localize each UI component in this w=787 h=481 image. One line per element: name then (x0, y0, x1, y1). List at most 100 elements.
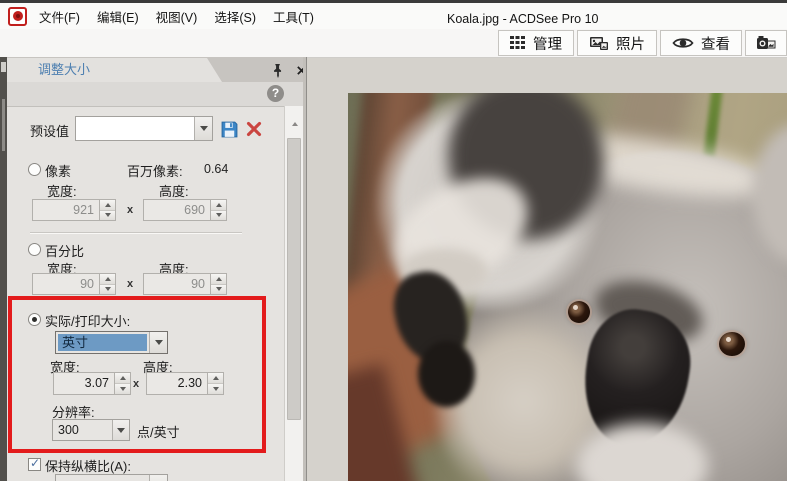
keep-aspect-checkbox[interactable] (28, 456, 41, 471)
spin-up-button[interactable] (211, 274, 226, 285)
spin-down-icon (215, 287, 222, 292)
develop-icon (757, 35, 776, 49)
percent-height-spinner[interactable]: 90 (143, 273, 227, 295)
help-icon[interactable]: ? (267, 85, 284, 102)
unit-dropdown-button[interactable] (149, 332, 167, 353)
photos-icon (590, 37, 608, 50)
spin-up-button[interactable] (100, 274, 115, 285)
spin-up-icon (212, 376, 219, 380)
spin-up-button[interactable] (100, 200, 115, 211)
print-size-radio[interactable] (28, 313, 41, 326)
print-size-radio-label: 实际/打印大小: (45, 314, 131, 329)
mode-bar: 管理 照片 查看 (0, 29, 787, 58)
unit-selected-value: 英寸 (58, 334, 147, 351)
pixels-radio[interactable] (28, 163, 41, 176)
megapixels-label: 百万像素: (127, 164, 183, 179)
resolution-unit-label: 点/英寸 (137, 425, 180, 440)
panel-edge (303, 57, 307, 481)
spin-up-button[interactable] (115, 373, 130, 384)
aspect-combobox[interactable] (55, 474, 168, 481)
pixels-width-label: 宽度: (47, 184, 77, 199)
panel-scrollbar[interactable] (284, 106, 303, 481)
image-canvas[interactable] (348, 93, 787, 481)
spin-down-button[interactable] (100, 210, 115, 220)
pixels-height-spinner[interactable]: 690 (143, 199, 227, 221)
preset-combobox[interactable] (75, 116, 213, 141)
spin-down-icon (119, 387, 126, 391)
scrollbar-up-button[interactable] (287, 116, 302, 132)
preset-value (76, 117, 194, 140)
pixels-height-label: 高度: (159, 184, 189, 199)
save-preset-button[interactable] (219, 119, 239, 139)
menu-file[interactable]: 文件(F) (39, 7, 80, 26)
spin-down-button[interactable] (100, 284, 115, 294)
close-panel-button[interactable] (292, 60, 310, 80)
spin-down-icon (212, 387, 219, 391)
resolution-value: 300 (58, 423, 79, 437)
collapsed-panel-strip[interactable] (0, 57, 7, 481)
save-icon (221, 121, 237, 137)
tab-resize[interactable]: 调整大小 (7, 58, 222, 82)
pixels-height-value[interactable]: 690 (144, 200, 210, 220)
photo-mode-button[interactable]: 照片 (577, 30, 657, 56)
keep-aspect-label: 保持纵横比(A): (45, 459, 131, 474)
spin-down-button[interactable] (208, 384, 223, 394)
preset-dropdown-button[interactable] (194, 117, 212, 140)
spin-up-button[interactable] (211, 200, 226, 211)
pixels-width-value[interactable]: 921 (33, 200, 99, 220)
acdsee-window: 文件(F) 编辑(E) 视图(V) 选择(S) 工具(T) Koala.jpg … (0, 0, 787, 481)
spin-up-icon (119, 376, 126, 380)
times-separator: x (127, 278, 134, 290)
section-divider (30, 232, 242, 234)
pin-panel-button[interactable] (268, 60, 288, 80)
pin-icon (274, 63, 282, 78)
percent-width-value[interactable]: 90 (33, 274, 99, 294)
menu-view[interactable]: 视图(V) (156, 7, 198, 26)
spin-up-icon (215, 202, 222, 207)
spin-down-button[interactable] (115, 384, 130, 394)
scrollbar-thumb[interactable] (287, 138, 301, 420)
print-height-spinner[interactable]: 2.30 (146, 372, 224, 395)
eye-icon (672, 38, 694, 48)
resolution-combobox[interactable]: 300 (52, 419, 130, 441)
pixels-radio-label: 像素 (45, 164, 72, 179)
megapixels-value: 0.64 (204, 162, 229, 176)
print-height-value[interactable]: 2.30 (147, 373, 207, 394)
view-mode-button[interactable]: 查看 (660, 30, 742, 56)
chevron-down-icon (154, 340, 163, 345)
strip-tick (1, 62, 6, 72)
spin-down-button[interactable] (211, 210, 226, 220)
manage-mode-button[interactable]: 管理 (498, 30, 574, 56)
aspect-dropdown-button[interactable] (149, 475, 167, 481)
delete-preset-button[interactable] (244, 119, 264, 139)
menu-items: 文件(F) 编辑(E) 视图(V) 选择(S) 工具(T) (39, 7, 314, 26)
view-mode-label: 查看 (701, 36, 730, 53)
chevron-down-icon (199, 126, 208, 131)
panel-toolbar: ? (7, 82, 307, 107)
spin-up-button[interactable] (208, 373, 223, 384)
spin-down-button[interactable] (211, 284, 226, 294)
menu-edit[interactable]: 编辑(E) (97, 7, 139, 26)
koala-left-eye (567, 300, 591, 324)
pixels-width-spinner[interactable]: 921 (32, 199, 116, 221)
unit-combobox[interactable]: 英寸 (55, 331, 168, 354)
spin-up-icon (215, 276, 222, 281)
percent-radio[interactable] (28, 243, 41, 256)
chevron-down-icon (117, 427, 125, 433)
percent-width-spinner[interactable]: 90 (32, 273, 116, 295)
acdsee-logo-icon[interactable] (8, 6, 27, 26)
develop-mode-button[interactable] (745, 30, 787, 56)
menu-tools[interactable]: 工具(T) (273, 7, 314, 26)
scroll-up-icon (291, 122, 298, 126)
print-width-spinner[interactable]: 3.07 (53, 372, 131, 395)
spin-down-icon (104, 213, 111, 218)
spin-down-icon (215, 213, 222, 218)
menu-bar: 文件(F) 编辑(E) 视图(V) 选择(S) 工具(T) Koala.jpg … (0, 3, 787, 29)
resize-panel: 调整大小 ? 预设值 像素 百万像素: 0.64 宽度: 高度: 921 x 6… (7, 57, 307, 481)
manage-mode-label: 管理 (533, 36, 562, 53)
percent-height-value[interactable]: 90 (144, 274, 210, 294)
menu-select[interactable]: 选择(S) (214, 7, 256, 26)
resolution-dropdown-button[interactable] (112, 420, 129, 440)
print-width-value[interactable]: 3.07 (54, 373, 114, 394)
spin-down-icon (104, 287, 111, 292)
